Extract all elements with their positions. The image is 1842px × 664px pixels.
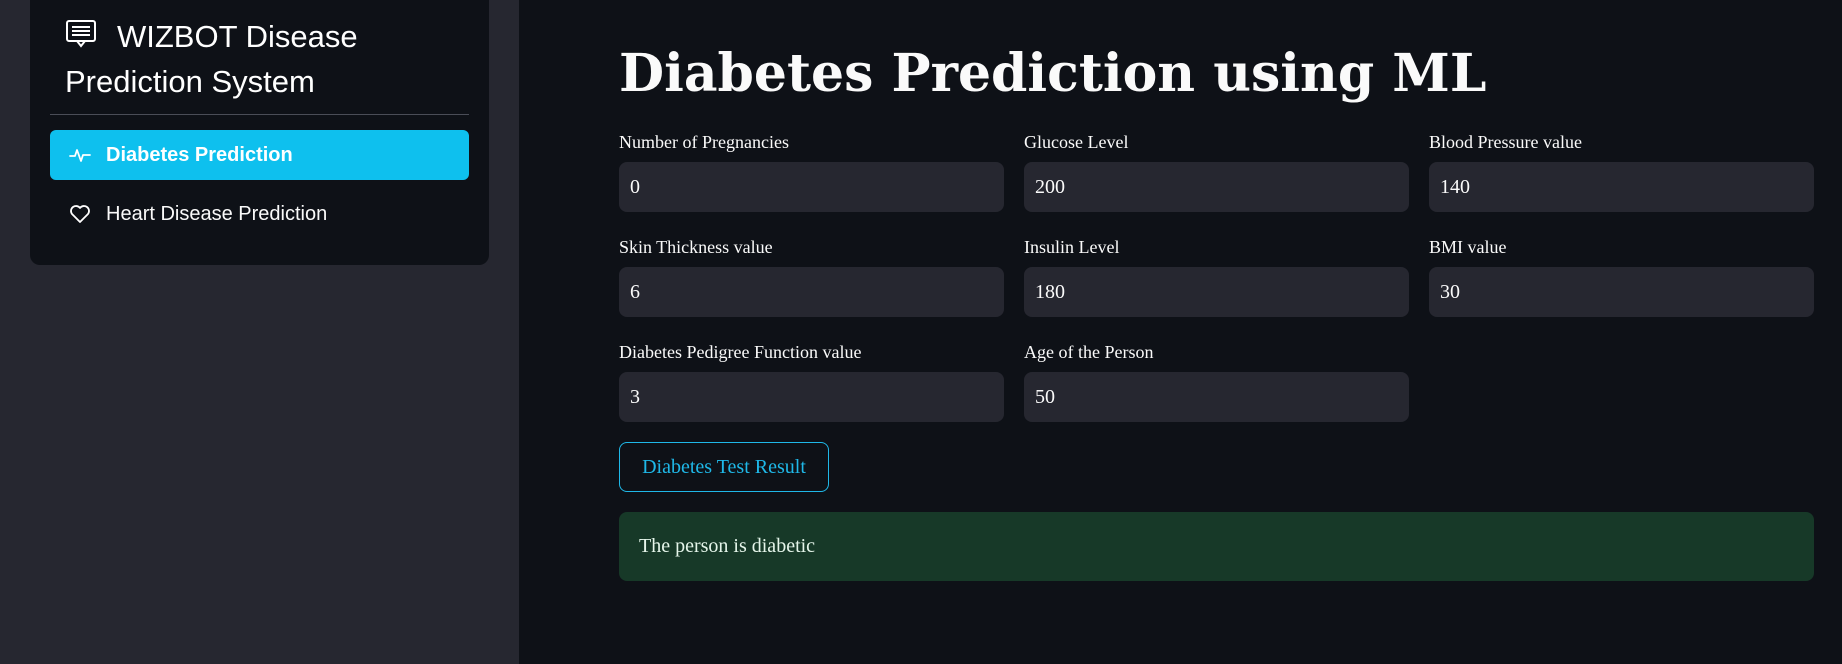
skin-thickness-input[interactable] [619,267,1004,317]
field-label: Blood Pressure value [1429,132,1582,152]
field-label: Diabetes Pedigree Function value [619,342,862,362]
page-title: Diabetes Prediction using ML [619,43,1487,104]
main-content: Diabetes Prediction using ML Number of P… [519,0,1842,664]
field-label: Insulin Level [1024,237,1120,257]
bmi-input[interactable] [1429,267,1814,317]
insulin-input[interactable] [1024,267,1409,317]
field-label: Skin Thickness value [619,237,773,257]
pregnancies-input[interactable] [619,162,1004,212]
field-label: Glucose Level [1024,132,1129,152]
nav-item-heart-disease-prediction[interactable]: Heart Disease Prediction [50,189,469,239]
glucose-input[interactable] [1024,162,1409,212]
result-alert: The person is diabetic [619,512,1814,581]
insulin-field: Insulin Level [1024,236,1409,317]
chat-list-icon [65,19,97,49]
nav-item-label: Heart Disease Prediction [106,202,328,225]
activity-icon [69,144,91,166]
nav-item-label: Diabetes Prediction [106,143,293,166]
age-field: Age of the Person [1024,341,1409,422]
field-label: BMI value [1429,237,1507,257]
skin-thickness-field: Skin Thickness value [619,236,1004,317]
option-menu: WIZBOT Disease Prediction System Diabete… [30,0,489,265]
age-input[interactable] [1024,372,1409,422]
field-label: Age of the Person [1024,342,1154,362]
menu-title-text: WIZBOT Disease Prediction System [65,19,358,99]
menu-divider [50,114,469,115]
sidebar: WIZBOT Disease Prediction System Diabete… [0,0,519,664]
diabetes-test-result-button[interactable]: Diabetes Test Result [619,442,829,492]
blood-pressure-input[interactable] [1429,162,1814,212]
pedigree-function-input[interactable] [619,372,1004,422]
blood-pressure-field: Blood Pressure value [1429,131,1814,212]
glucose-field: Glucose Level [1024,131,1409,212]
result-text: The person is diabetic [639,535,816,557]
pedigree-function-field: Diabetes Pedigree Function value [619,341,1004,422]
bmi-field: BMI value [1429,236,1814,317]
heart-icon [69,203,91,225]
menu-title: WIZBOT Disease Prediction System [65,14,475,104]
field-label: Number of Pregnancies [619,132,789,152]
nav-item-diabetes-prediction[interactable]: Diabetes Prediction [50,130,469,180]
pregnancies-field: Number of Pregnancies [619,131,1004,212]
